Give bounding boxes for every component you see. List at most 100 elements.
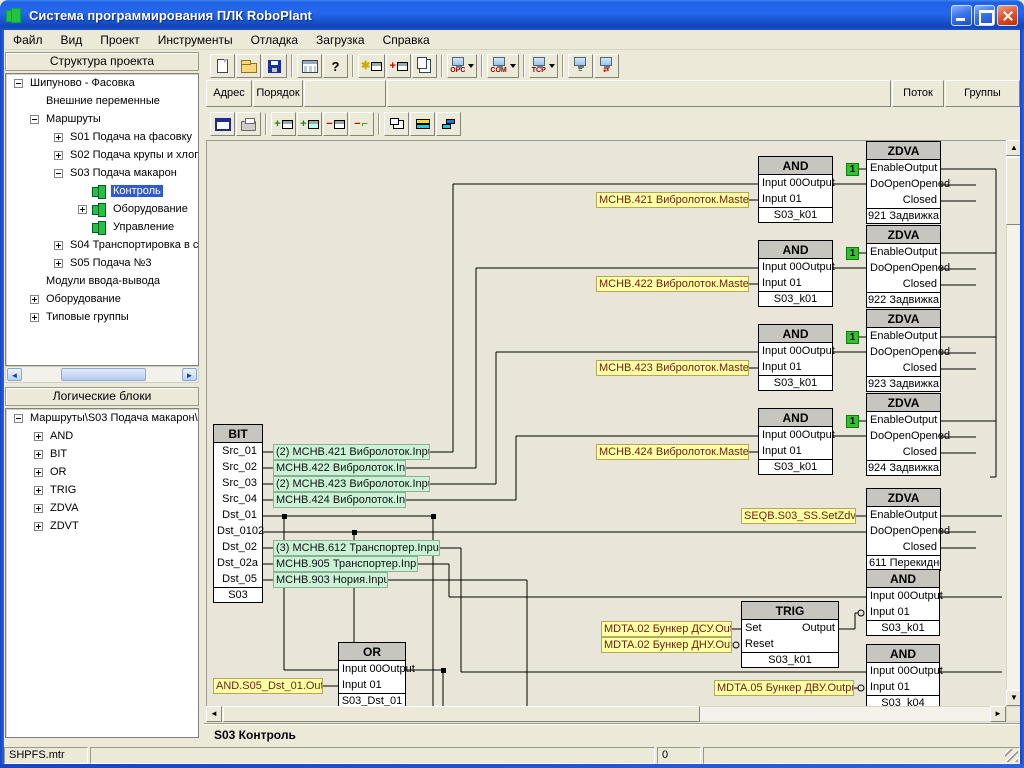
zdva-block-922[interactable]: ZDVA EnableOutput DoOpenOpened Closed 92… [866, 225, 941, 308]
expand-icon[interactable] [30, 295, 39, 304]
blocks-tree-root[interactable]: Маршруты\S03 Подача макарон\ [6, 409, 198, 427]
dropdown-arrow-icon[interactable] [549, 64, 555, 68]
print-button[interactable] [236, 112, 261, 136]
collapse-icon[interactable] [14, 414, 23, 423]
blocks-tree-bit[interactable]: BIT [6, 445, 198, 463]
scroll-right-icon[interactable]: ► [182, 368, 197, 381]
expand-icon[interactable] [34, 450, 43, 459]
trig-block[interactable]: TRIG SetOutput Reset S03_k01 [741, 601, 839, 668]
add-block-button[interactable]: + [271, 112, 296, 136]
and-block-1[interactable]: AND Input 00Output Input 01 S03_k01 [758, 156, 833, 223]
expand-icon[interactable] [54, 151, 63, 160]
blocks-tree-or[interactable]: OR [6, 463, 198, 481]
signal-label[interactable]: MCHB.424 Вибролоток.InputA [273, 492, 406, 508]
help-button[interactable]: ? [323, 54, 348, 78]
expand-icon[interactable] [34, 468, 43, 477]
expand-icon[interactable] [34, 504, 43, 513]
dropdown-arrow-icon[interactable] [468, 64, 474, 68]
dropdown-arrow-icon[interactable] [510, 64, 516, 68]
signal-label[interactable]: MCHB.423 Вибролоток.MasterOut [596, 360, 749, 376]
menu-debug[interactable]: Отладка [242, 32, 307, 48]
order-column-button[interactable]: Порядок [253, 80, 303, 107]
scrollbar-thumb[interactable] [223, 706, 700, 722]
resize-grip[interactable] [1005, 749, 1018, 762]
address-column-button[interactable]: Адрес [206, 80, 252, 107]
zdva-block-921[interactable]: ZDVA EnableOutput DoOpenOpened Closed 92… [866, 141, 941, 224]
menu-view[interactable]: Вид [52, 32, 92, 48]
sheet-tab[interactable]: S03 Контроль [204, 724, 1020, 745]
and-block-2[interactable]: AND Input 00Output Input 01 S03_k01 [758, 240, 833, 307]
menu-file[interactable]: Файл [4, 32, 52, 48]
or-block[interactable]: OR Input 00Output Input 01 S03_Dst_01 [338, 642, 406, 706]
tree-item-type-groups[interactable]: Типовые группы [6, 308, 198, 326]
zdva-block-924[interactable]: ZDVA EnableOutput DoOpenOpened Closed 92… [866, 393, 941, 476]
remove-block-button[interactable]: − [323, 112, 348, 136]
expand-icon[interactable] [54, 259, 63, 268]
signal-label[interactable]: MDTA.02 Бункер ДНУ.Output [601, 637, 732, 653]
tree-item-root[interactable]: Шипуново - Фасовка [6, 74, 198, 92]
tree-item-io-modules[interactable]: Модули ввода-вывода [6, 272, 198, 290]
collapse-icon[interactable] [30, 115, 39, 124]
maximize-button[interactable] [974, 5, 995, 26]
tree-item-s03[interactable]: S03 Подача макарон [6, 164, 198, 182]
align-vertical-button[interactable] [436, 112, 461, 136]
signal-label[interactable]: MCHB.421 Вибролоток.MasterOut [596, 192, 749, 208]
minimize-button[interactable] [951, 5, 972, 26]
bit-block[interactable]: BIT Src_01 Src_02 Src_03 Src_04 Dst_01 D… [213, 424, 263, 603]
transfer-button[interactable]: ⇄ [594, 54, 619, 78]
opc-connect-button[interactable]: OPC [447, 54, 477, 78]
and-block-6[interactable]: AND Input 00Output Input 01 S03_k01 [866, 569, 940, 636]
project-tree-hscrollbar[interactable]: ◄ ► [5, 366, 199, 383]
expand-icon[interactable] [54, 133, 63, 142]
scrollbar-thumb[interactable] [61, 368, 146, 381]
blocks-tree-zdvt[interactable]: ZDVT [6, 517, 198, 535]
tree-item-s01[interactable]: S01 Подача на фасовку [6, 128, 198, 146]
tree-item-external-vars[interactable]: Внешние переменные [6, 92, 198, 110]
expand-icon[interactable] [34, 522, 43, 531]
tcp-connect-button[interactable]: TCP [529, 54, 558, 78]
signal-label[interactable]: MCHB.422 Вибролоток.MasterOut [596, 276, 749, 292]
compare-button[interactable]: = [568, 54, 593, 78]
signal-label[interactable]: MCHB.424 Вибролоток.MasterOut [596, 444, 749, 460]
scroll-left-icon[interactable]: ◄ [7, 368, 22, 381]
tree-item-s04[interactable]: S04 Транспортировка в с [6, 236, 198, 254]
groups-button[interactable]: Группы [945, 80, 1020, 107]
signal-label[interactable]: (2) MCHB.421 Вибролоток.InputA;... [273, 444, 430, 460]
tree-item-equipment2[interactable]: Оборудование [6, 290, 198, 308]
collapse-icon[interactable] [14, 79, 23, 88]
signal-label[interactable]: MCHB.905 Транспортер.InputA [273, 556, 418, 572]
insert-block-button[interactable]: ✱ [358, 54, 385, 78]
menu-load[interactable]: Загрузка [307, 32, 374, 48]
tree-item-s02[interactable]: S02 Подача крупы и хлоп [6, 146, 198, 164]
menu-project[interactable]: Проект [91, 32, 149, 48]
zdva-block-611[interactable]: ZDVA EnableOutput DoOpenOpened Closed 61… [866, 488, 941, 571]
scroll-left-icon[interactable]: ◄ [206, 706, 222, 722]
blocks-tree-and[interactable]: AND [6, 427, 198, 445]
step-mode-button[interactable]: −⌐ [349, 112, 374, 136]
add-block-table-button[interactable]: + [297, 112, 322, 136]
flow-button[interactable]: Поток [892, 80, 944, 107]
arrange-cascade-button[interactable] [384, 112, 409, 136]
blocks-tree-trig[interactable]: TRIG [6, 481, 198, 499]
menu-tools[interactable]: Инструменты [149, 32, 242, 48]
zdva-block-923[interactable]: ZDVA EnableOutput DoOpenOpened Closed 92… [866, 309, 941, 392]
signal-label[interactable]: AND.S05_Dst_01.Output [213, 678, 323, 694]
save-button[interactable] [262, 54, 287, 78]
copy-button[interactable] [412, 54, 437, 78]
menu-help[interactable]: Справка [374, 32, 439, 48]
signal-label[interactable]: (2) MCHB.423 Вибролоток.InputA;... [273, 476, 430, 492]
com-connect-button[interactable]: COM [487, 54, 518, 78]
tree-item-routes[interactable]: Маршруты [6, 110, 198, 128]
tree-item-s05[interactable]: S05 Подача №3 [6, 254, 198, 272]
align-horizontal-button[interactable] [410, 112, 435, 136]
and-block-3[interactable]: AND Input 00Output Input 01 S03_k01 [758, 324, 833, 391]
table-button[interactable] [297, 54, 322, 78]
window-mode-button[interactable] [210, 112, 235, 136]
signal-label[interactable]: MDTA.02 Бункер ДСУ.Output [601, 621, 732, 637]
expand-icon[interactable] [54, 241, 63, 250]
blocks-tree-zdva[interactable]: ZDVA [6, 499, 198, 517]
expand-icon[interactable] [34, 432, 43, 441]
signal-label[interactable]: MCHB.422 Вибролоток.InputA [273, 460, 406, 476]
and-block-4[interactable]: AND Input 00Output Input 01 S03_k01 [758, 408, 833, 475]
edit-block-button[interactable]: + [386, 54, 411, 78]
